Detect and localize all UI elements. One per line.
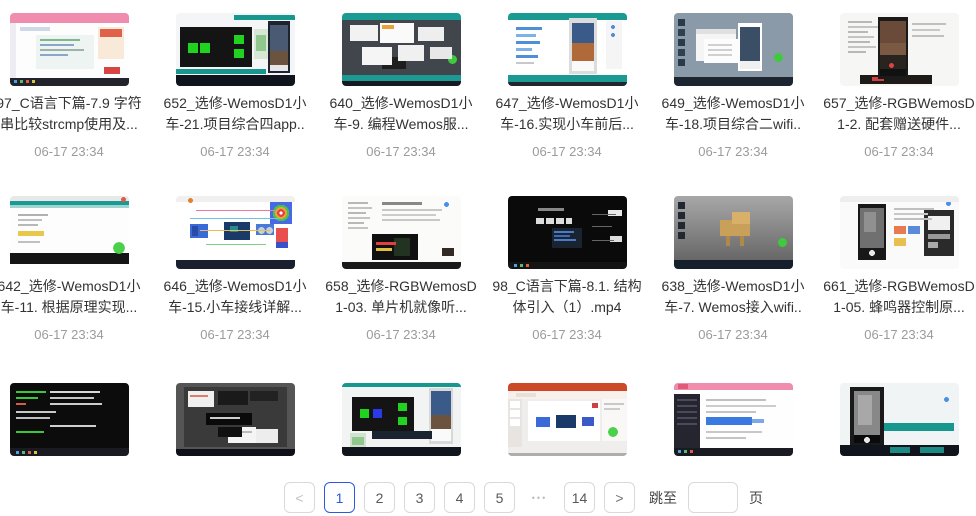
video-thumbnail[interactable] <box>508 196 627 269</box>
video-date: 06-17 23:34 <box>318 327 484 342</box>
video-thumbnail[interactable] <box>508 13 627 86</box>
video-thumbnail[interactable] <box>10 196 129 269</box>
video-title: 658_选修-RGBWemosD1-03. 单片机就像听... <box>325 276 477 318</box>
video-card[interactable]: 649_选修-WemosD1小车-18.项目综合二wifi.. 06-17 23… <box>650 13 816 159</box>
prev-page-button[interactable]: < <box>284 482 315 513</box>
video-thumbnail[interactable] <box>508 383 627 456</box>
video-thumbnail[interactable] <box>176 13 295 86</box>
video-date: 06-17 23:34 <box>152 327 318 342</box>
video-date: 06-17 23:34 <box>484 144 650 159</box>
page-button-4[interactable]: 4 <box>444 482 475 513</box>
video-card[interactable]: 657_选修-RGBWemosD1-2. 配套赠送硬件... 06-17 23:… <box>816 13 976 159</box>
video-card[interactable] <box>650 383 816 456</box>
video-thumbnail[interactable] <box>342 383 461 456</box>
page-button-2[interactable]: 2 <box>364 482 395 513</box>
video-list-page: 97_C语言下篇-7.9 字符串比较strcmp使用及... 06-17 23:… <box>0 0 976 516</box>
jump-to-label: 跳至 <box>649 488 677 508</box>
video-card[interactable]: 640_选修-WemosD1小车-9. 编程Wemos服... 06-17 23… <box>318 13 484 159</box>
video-thumbnail[interactable] <box>840 13 959 86</box>
video-card[interactable] <box>816 383 976 456</box>
video-grid-row-2: 642_选修-WemosD1小车-11. 根据原理实现... 06-17 23:… <box>0 196 976 342</box>
video-card[interactable]: 661_选修-RGBWemosD1-05. 蜂鸣器控制原... 06-17 23… <box>816 196 976 342</box>
video-date: 06-17 23:34 <box>0 327 152 342</box>
page-unit-label: 页 <box>749 488 763 508</box>
video-date: 06-17 23:34 <box>0 144 152 159</box>
video-date: 06-17 23:34 <box>318 144 484 159</box>
video-grid-row-3 <box>0 383 976 456</box>
video-title: 646_选修-WemosD1小车-15.小车接线详解... <box>159 276 311 318</box>
video-thumbnail[interactable] <box>342 196 461 269</box>
video-title: 652_选修-WemosD1小车-21.项目综合四app.. <box>159 93 311 135</box>
video-thumbnail[interactable] <box>342 13 461 86</box>
jump-page-input[interactable] <box>688 482 738 513</box>
video-card[interactable] <box>484 383 650 456</box>
next-page-button[interactable]: > <box>604 482 635 513</box>
video-title: 97_C语言下篇-7.9 字符串比较strcmp使用及... <box>0 93 145 135</box>
video-title: 661_选修-RGBWemosD1-05. 蜂鸣器控制原... <box>823 276 975 318</box>
pagination: < 1 2 3 4 5 ••• 14 > 跳至 页 <box>284 482 763 513</box>
video-title: 98_C语言下篇-8.1. 结构体引入（1）.mp4 <box>491 276 643 318</box>
page-button-1[interactable]: 1 <box>324 482 355 513</box>
video-card[interactable] <box>0 383 152 456</box>
video-thumbnail[interactable] <box>840 196 959 269</box>
video-thumbnail[interactable] <box>176 383 295 456</box>
video-date: 06-17 23:34 <box>816 144 976 159</box>
video-date: 06-17 23:34 <box>484 327 650 342</box>
video-card[interactable]: 638_选修-WemosD1小车-7. Wemos接入wifi.. 06-17 … <box>650 196 816 342</box>
video-grid-row-1: 97_C语言下篇-7.9 字符串比较strcmp使用及... 06-17 23:… <box>0 13 976 159</box>
video-card[interactable] <box>318 383 484 456</box>
video-thumbnail[interactable] <box>840 383 959 456</box>
video-card[interactable] <box>152 383 318 456</box>
video-card[interactable]: 658_选修-RGBWemosD1-03. 单片机就像听... 06-17 23… <box>318 196 484 342</box>
video-card[interactable]: 647_选修-WemosD1小车-16.实现小车前后... 06-17 23:3… <box>484 13 650 159</box>
video-card[interactable]: 646_选修-WemosD1小车-15.小车接线详解... 06-17 23:3… <box>152 196 318 342</box>
video-thumbnail[interactable] <box>674 383 793 456</box>
video-date: 06-17 23:34 <box>816 327 976 342</box>
video-thumbnail[interactable] <box>674 196 793 269</box>
video-card[interactable]: 97_C语言下篇-7.9 字符串比较strcmp使用及... 06-17 23:… <box>0 13 152 159</box>
video-card[interactable]: 98_C语言下篇-8.1. 结构体引入（1）.mp4 06-17 23:34 <box>484 196 650 342</box>
video-card[interactable]: 642_选修-WemosD1小车-11. 根据原理实现... 06-17 23:… <box>0 196 152 342</box>
video-thumbnail[interactable] <box>10 13 129 86</box>
video-title: 640_选修-WemosD1小车-9. 编程Wemos服... <box>325 93 477 135</box>
video-title: 657_选修-RGBWemosD1-2. 配套赠送硬件... <box>823 93 975 135</box>
pagination-ellipsis[interactable]: ••• <box>524 493 555 503</box>
video-title: 642_选修-WemosD1小车-11. 根据原理实现... <box>0 276 145 318</box>
video-thumbnail[interactable] <box>176 196 295 269</box>
page-button-14[interactable]: 14 <box>564 482 595 513</box>
page-button-5[interactable]: 5 <box>484 482 515 513</box>
video-date: 06-17 23:34 <box>650 327 816 342</box>
video-date: 06-17 23:34 <box>152 144 318 159</box>
video-title: 638_选修-WemosD1小车-7. Wemos接入wifi.. <box>657 276 809 318</box>
video-card[interactable]: 652_选修-WemosD1小车-21.项目综合四app.. 06-17 23:… <box>152 13 318 159</box>
video-title: 649_选修-WemosD1小车-18.项目综合二wifi.. <box>657 93 809 135</box>
page-button-3[interactable]: 3 <box>404 482 435 513</box>
video-date: 06-17 23:34 <box>650 144 816 159</box>
video-thumbnail[interactable] <box>674 13 793 86</box>
video-thumbnail[interactable] <box>10 383 129 456</box>
video-title: 647_选修-WemosD1小车-16.实现小车前后... <box>491 93 643 135</box>
